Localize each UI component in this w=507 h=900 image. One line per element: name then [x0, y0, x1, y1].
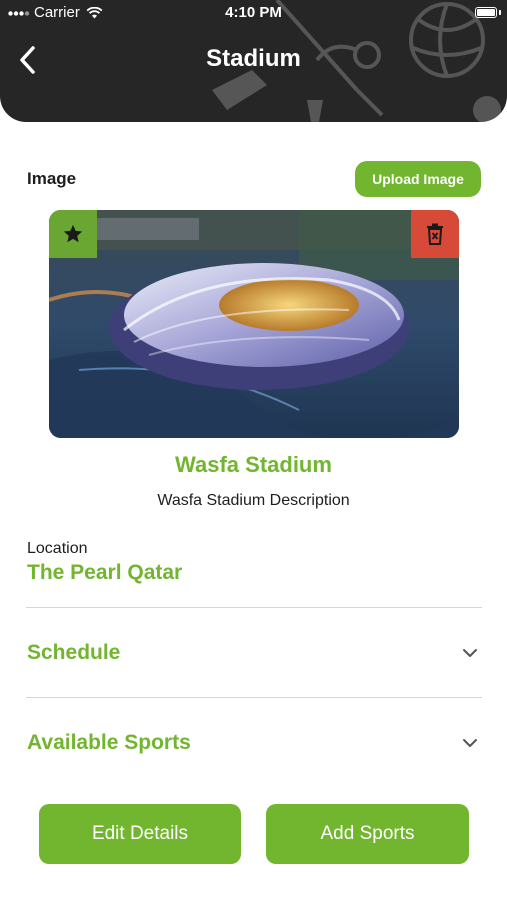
location-value: The Pearl Qatar — [27, 561, 183, 584]
app-header: Carrier 4:10 PM Stadium — [0, 0, 507, 122]
delete-image-button[interactable] — [411, 210, 459, 258]
stadium-image — [49, 210, 459, 438]
chevron-down-icon — [461, 644, 479, 662]
add-sports-button[interactable]: Add Sports — [266, 804, 469, 864]
location-label: Location — [27, 540, 88, 557]
available-sports-accordion[interactable]: Available Sports — [27, 723, 482, 763]
image-section-label: Image — [27, 169, 77, 188]
chevron-down-icon — [461, 734, 479, 752]
status-bar: Carrier 4:10 PM — [0, 0, 507, 26]
page-title: Stadium — [206, 45, 301, 72]
battery-icon — [475, 7, 497, 18]
divider — [26, 697, 482, 698]
trash-icon — [427, 223, 443, 245]
stadium-name: Wasfa Stadium — [175, 452, 332, 477]
stadium-image-card — [49, 210, 459, 438]
available-sports-label: Available Sports — [27, 731, 191, 754]
schedule-label: Schedule — [27, 641, 121, 664]
edit-details-button[interactable]: Edit Details — [39, 804, 241, 864]
status-time: 4:10 PM — [225, 4, 282, 21]
stadium-description: Wasfa Stadium Description — [157, 492, 350, 509]
divider — [26, 607, 482, 608]
schedule-accordion[interactable]: Schedule — [27, 633, 482, 673]
battery-cap — [499, 10, 501, 15]
upload-image-button[interactable]: Upload Image — [355, 161, 481, 197]
favorite-button[interactable] — [49, 210, 97, 258]
star-icon — [63, 224, 83, 243]
